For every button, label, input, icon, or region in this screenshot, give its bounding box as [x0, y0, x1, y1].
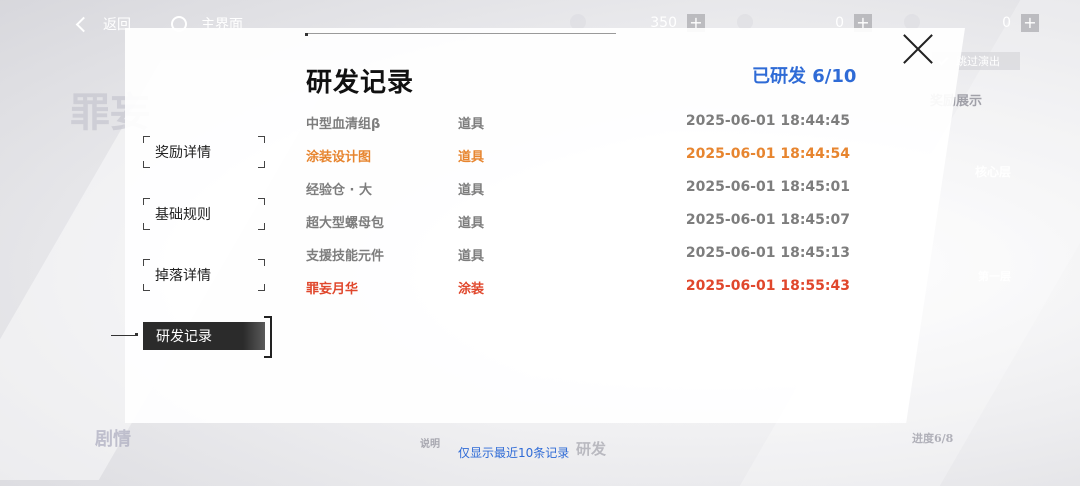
record-time: 2025-06-01 18:45:13 [685, 245, 850, 261]
record-list: 中型血清组β 道具 2025-06-01 18:44:45 涂装设计图 道具 2… [306, 110, 856, 308]
record-time: 2025-06-01 18:44:54 [685, 146, 850, 162]
record-row: 罪妄月华 涂装 2025-06-01 18:55:43 [306, 275, 856, 308]
record-row: 经验仓 · 大 道具 2025-06-01 18:45:01 [306, 176, 856, 209]
record-row: 超大型螺母包 道具 2025-06-01 18:45:07 [306, 209, 856, 242]
background-title-ghost: 罪妄 [70, 89, 150, 136]
research-button-ghost: 研发 [576, 440, 607, 458]
skip-label: 跳过演出 [956, 55, 1000, 68]
record-time: 2025-06-01 18:55:43 [685, 278, 850, 294]
active-indicator-line [111, 335, 137, 336]
add-resource-button[interactable]: + [1021, 14, 1039, 32]
resource-value: 0 [1002, 15, 1011, 31]
record-name: 中型血清组β [306, 117, 381, 132]
record-type: 涂装 [458, 282, 485, 297]
core-layer-ghost: 核心层 [975, 165, 1012, 179]
active-indicator-dot [135, 333, 138, 336]
record-type: 道具 [458, 183, 485, 198]
add-resource-button[interactable]: + [687, 14, 705, 32]
reward-display-ghost: 奖励展示 [930, 94, 983, 109]
back-button[interactable]: 返回 [72, 14, 131, 34]
resource-bar: 350 + 0 + 0 + [570, 12, 1039, 34]
creature-icon [904, 14, 920, 30]
skip-cutscene-toggle: 跳过演出 [932, 52, 1020, 70]
home-ring-icon [171, 16, 187, 32]
home-button[interactable]: 主界面 [171, 14, 243, 34]
active-bracket [264, 316, 272, 358]
record-row: 涂装设计图 道具 2025-06-01 18:44:54 [306, 143, 856, 176]
research-progress: 已研发 6/10 [752, 66, 857, 87]
menu-item-drop-details[interactable]: 掉落详情 [143, 259, 265, 291]
home-label: 主界面 [201, 17, 243, 33]
progress-ghost: 进度6/8 [912, 432, 954, 445]
pen-icon [570, 14, 586, 30]
resource-creature: 0 + [904, 12, 1039, 34]
record-name: 支援技能元件 [306, 249, 385, 264]
help-button-ghost: 说明 [420, 439, 440, 450]
menu-item-label: 基础规则 [155, 207, 211, 223]
menu-item-label: 研发记录 [156, 329, 212, 345]
record-time: 2025-06-01 18:44:45 [685, 113, 850, 129]
layer-one-ghost: 第一层 [978, 270, 1011, 283]
record-name: 经验仓 · 大 [306, 183, 372, 198]
menu-item-basic-rules[interactable]: 基础规则 [143, 198, 265, 230]
add-resource-button[interactable]: + [854, 14, 872, 32]
resource-brush: 0 + [737, 12, 872, 34]
record-name: 超大型螺母包 [306, 216, 385, 231]
story-button-ghost: 剧情 [95, 429, 131, 450]
record-type: 道具 [458, 249, 485, 264]
record-type: 道具 [458, 216, 485, 231]
menu-item-reward-details[interactable]: 奖励详情 [143, 136, 265, 168]
record-row: 支援技能元件 道具 2025-06-01 18:45:13 [306, 242, 856, 275]
back-label: 返回 [103, 17, 131, 33]
menu-item-label: 掉落详情 [155, 268, 211, 284]
close-button[interactable] [902, 33, 934, 65]
record-type: 道具 [458, 150, 485, 165]
chevron-left-icon [75, 16, 92, 32]
check-icon [937, 53, 949, 66]
page-title: 研发记录 [306, 68, 415, 98]
record-type: 道具 [458, 117, 485, 132]
recent-records-note: 仅显示最近10条记录 [458, 446, 570, 460]
record-row: 中型血清组β 道具 2025-06-01 18:44:45 [306, 110, 856, 143]
menu-item-research-record[interactable]: 研发记录 [143, 322, 265, 350]
record-time: 2025-06-01 18:45:07 [685, 212, 850, 228]
resource-value: 0 [835, 15, 844, 31]
brush-icon [737, 14, 753, 30]
record-name: 罪妄月华 [306, 282, 359, 297]
record-name: 涂装设计图 [306, 150, 372, 165]
top-nav: 返回 主界面 [72, 10, 243, 38]
menu-item-label: 奖励详情 [155, 145, 211, 161]
record-time: 2025-06-01 18:45:01 [685, 179, 850, 195]
resource-pen: 350 + [570, 12, 705, 34]
resource-value: 350 [650, 15, 677, 31]
